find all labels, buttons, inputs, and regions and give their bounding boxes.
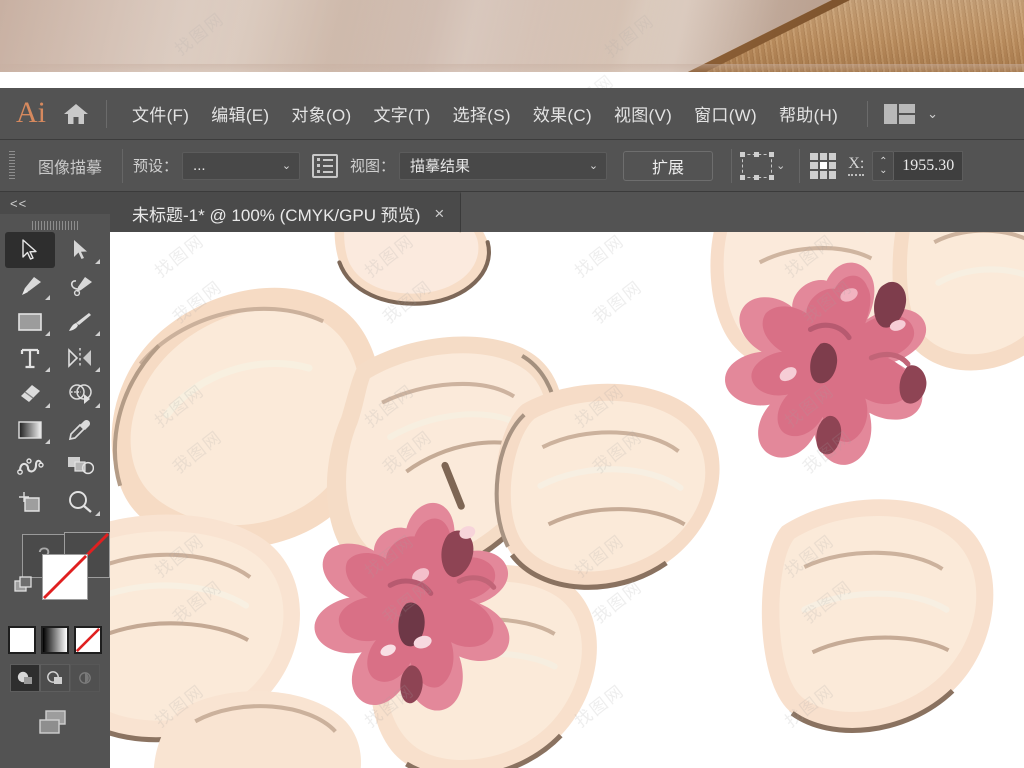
- eyedropper-tool[interactable]: [55, 412, 105, 448]
- x-coordinate-input[interactable]: 1955.30: [894, 150, 964, 181]
- chevron-down-icon[interactable]: ⌄: [927, 106, 938, 122]
- zoom-tool[interactable]: [55, 484, 105, 520]
- control-bar: 图像描摹 预设： ... ⌄ 视图： 描摹结果 ⌄ 扩展 ⌄ X: ⌃ ⌄ 19…: [0, 140, 1024, 192]
- draw-behind-mode[interactable]: [40, 664, 70, 692]
- selection-tool[interactable]: [5, 232, 55, 268]
- menu-item-object[interactable]: 对象(O): [280, 95, 362, 132]
- document-tab[interactable]: 未标题-1* @ 100% (CMYK/GPU 预览) ×: [110, 192, 462, 232]
- fill-stroke-section: ? ↰: [0, 520, 110, 738]
- tools-collapse-button[interactable]: <<: [0, 192, 110, 214]
- slice-tool[interactable]: [5, 484, 55, 520]
- curvature-tool[interactable]: [55, 268, 105, 304]
- align-control[interactable]: ⌄: [740, 151, 785, 180]
- type-tool[interactable]: [5, 340, 55, 376]
- panel-grip-icon[interactable]: [0, 218, 110, 232]
- view-label: 视图：: [350, 158, 396, 175]
- gradient-swatch-button[interactable]: [41, 626, 69, 654]
- reflect-tool[interactable]: [55, 340, 105, 376]
- menu-item-window[interactable]: 窗口(W): [683, 95, 768, 132]
- tracing-panel-icon[interactable]: [312, 153, 339, 178]
- control-bar-divider-2: [731, 148, 733, 183]
- artboard-tool[interactable]: [55, 448, 105, 484]
- document-area: 未标题-1* @ 100% (CMYK/GPU 预览) ×: [110, 192, 1024, 768]
- preset-label: 预设：: [133, 158, 179, 175]
- shape-builder-tool[interactable]: [55, 376, 105, 412]
- fill-swatch[interactable]: [42, 554, 88, 600]
- swatch-button-row: [0, 622, 110, 654]
- control-bar-divider: [122, 148, 124, 183]
- menu-item-edit[interactable]: 编辑(E): [200, 95, 280, 132]
- photo-white-gap: [0, 72, 1024, 88]
- control-bar-divider-3: [799, 148, 801, 183]
- change-screen-mode-icon[interactable]: [0, 692, 110, 738]
- menu-divider: [106, 99, 107, 128]
- draw-mode-row: [0, 654, 110, 692]
- menu-bar: Ai 文件(F) 编辑(E) 对象(O) 文字(T) 选择(S) 效果(C) 视…: [0, 88, 1024, 140]
- control-bar-title: 图像描摹: [38, 159, 103, 177]
- workspace-layout-icon[interactable]: [884, 103, 916, 124]
- document-tab-bar: 未标题-1* @ 100% (CMYK/GPU 预览) ×: [110, 192, 1024, 232]
- control-bar-grip-icon[interactable]: [6, 150, 20, 181]
- tools-panel: <<: [0, 192, 110, 768]
- eraser-tool[interactable]: [5, 376, 55, 412]
- background-photo-strip: 找图网 找图网 我图网: [0, 0, 1024, 88]
- none-swatch-button[interactable]: [74, 626, 102, 654]
- artboard-canvas[interactable]: 找图网 我图网 找图网 我图网 找图网 我图网 找图网 我图网 找图网 我图网 …: [110, 232, 1024, 768]
- direct-selection-tool[interactable]: [55, 232, 105, 268]
- rectangle-tool[interactable]: [5, 304, 55, 340]
- illustrator-window: Ai 文件(F) 编辑(E) 对象(O) 文字(T) 选择(S) 效果(C) 视…: [0, 88, 1024, 768]
- blend-tool[interactable]: [5, 448, 55, 484]
- draw-inside-mode[interactable]: [70, 664, 100, 692]
- gradient-tool[interactable]: [5, 412, 55, 448]
- workspace-switcher[interactable]: ⌄: [867, 100, 938, 127]
- paintbrush-tool[interactable]: [55, 304, 105, 340]
- menu-item-help[interactable]: 帮助(H): [768, 95, 849, 132]
- preset-value: ...: [193, 157, 206, 174]
- workspace-body: << 未标题-1* @ 100% (CMYK/GPU 预览) ×: [0, 192, 1024, 768]
- expand-button[interactable]: 扩展: [623, 150, 714, 181]
- home-icon[interactable]: [58, 99, 94, 129]
- swap-fill-stroke-icon[interactable]: [14, 576, 36, 601]
- x-stepper[interactable]: ⌃ ⌄: [872, 150, 895, 181]
- chevron-down-icon[interactable]: ⌄: [776, 159, 785, 172]
- x-coordinate-label: X:: [848, 155, 865, 176]
- menu-item-select[interactable]: 选择(S): [442, 95, 522, 132]
- chevron-down-icon: ⌄: [281, 160, 292, 172]
- close-icon[interactable]: ×: [434, 205, 444, 222]
- chevron-down-icon: ⌄: [588, 160, 599, 172]
- menu-item-effect[interactable]: 效果(C): [522, 95, 603, 132]
- workspace-divider: [867, 100, 869, 127]
- stepper-down-icon[interactable]: ⌄: [879, 165, 887, 175]
- tool-grid: [0, 232, 110, 520]
- align-objects-icon[interactable]: [740, 151, 775, 180]
- screenshot-root: 找图网 找图网 我图网 Ai 文件(F) 编辑(E) 对象(O) 文字(T) 选…: [0, 0, 1024, 768]
- menu-item-type[interactable]: 文字(T): [362, 95, 441, 132]
- menu-item-list: 文件(F) 编辑(E) 对象(O) 文字(T) 选择(S) 效果(C) 视图(V…: [121, 95, 849, 132]
- view-value: 描摹结果: [410, 158, 471, 175]
- document-tab-title: 未标题-1* @ 100% (CMYK/GPU 预览): [132, 205, 421, 225]
- app-logo: Ai: [16, 95, 46, 129]
- artwork-vector: [110, 232, 1024, 768]
- draw-normal-mode[interactable]: [10, 664, 40, 692]
- preset-select[interactable]: ... ⌄: [182, 151, 301, 180]
- reference-point-icon[interactable]: [810, 152, 837, 179]
- menu-item-view[interactable]: 视图(V): [603, 95, 683, 132]
- view-select[interactable]: 描摹结果 ⌄: [399, 151, 608, 180]
- pen-tool[interactable]: [5, 268, 55, 304]
- menu-item-file[interactable]: 文件(F): [121, 95, 200, 132]
- color-swatch-button[interactable]: [8, 626, 36, 654]
